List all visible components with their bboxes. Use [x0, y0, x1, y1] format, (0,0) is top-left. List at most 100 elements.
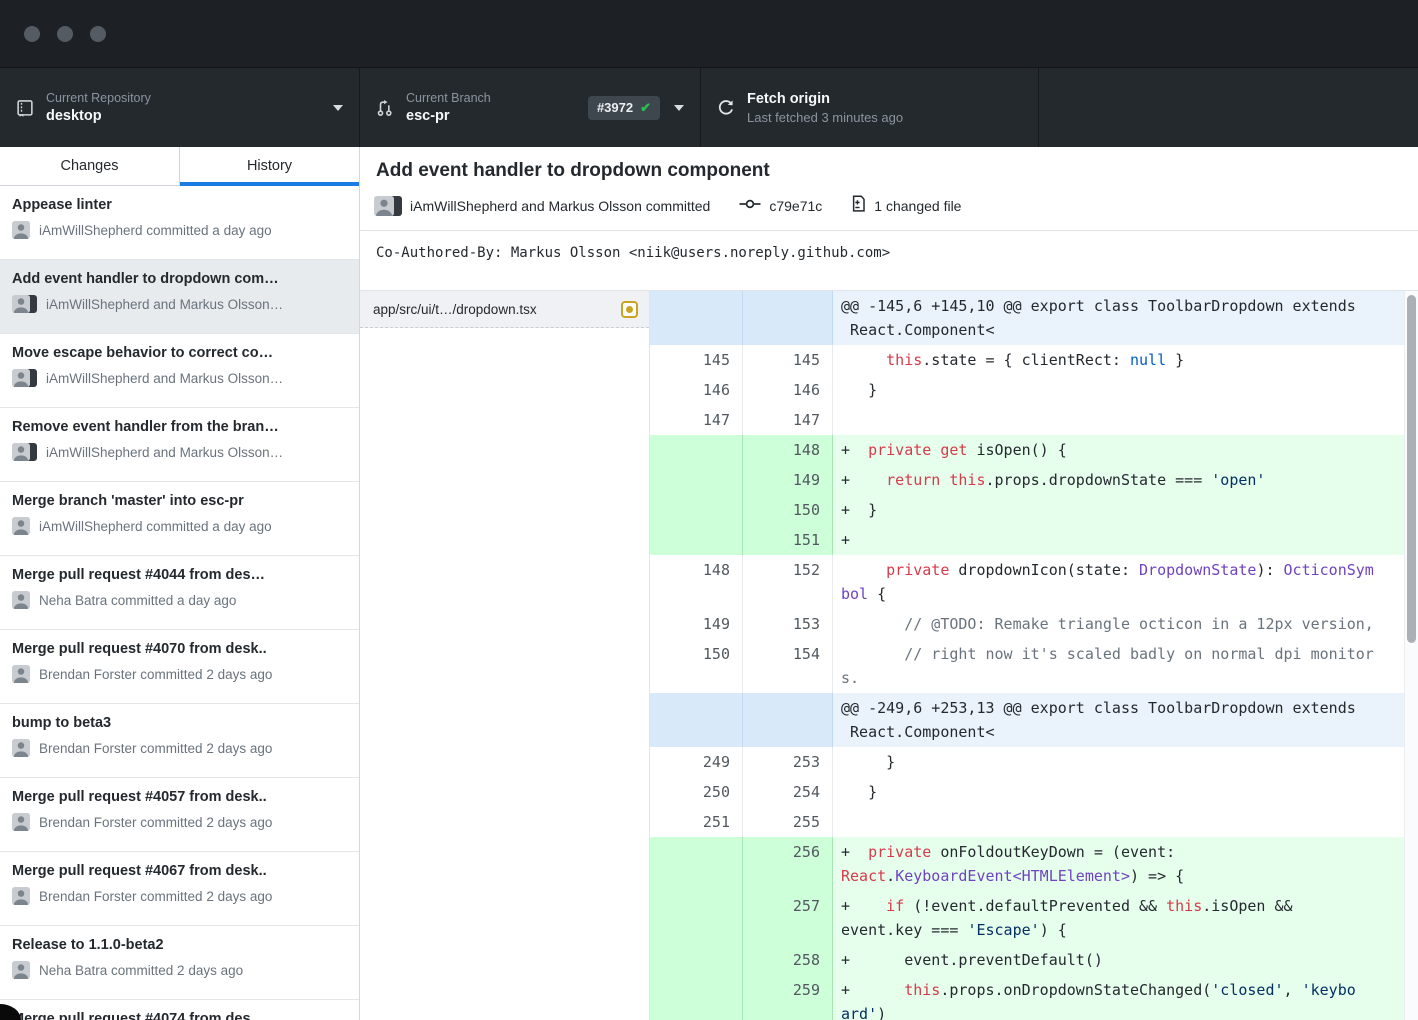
fetch-title: Fetch origin — [747, 91, 903, 107]
tab-history[interactable]: History — [179, 147, 359, 185]
diff-row: 258+ event.preventDefault() — [650, 945, 1418, 975]
old-line-number: 150 — [650, 639, 743, 693]
old-line-number — [650, 435, 743, 465]
avatar — [12, 369, 37, 387]
new-line-number: 147 — [743, 405, 833, 435]
diff-row: 259+ this.props.onDropdownStateChanged('… — [650, 975, 1418, 1020]
commit-item-title: Merge pull request #4044 from des… — [12, 567, 347, 583]
fetch-subtitle: Last fetched 3 minutes ago — [747, 110, 903, 125]
commit-item-title: Release to 1.1.0-beta2 — [12, 937, 347, 953]
commit-item-byline-text: Neha Batra committed 2 days ago — [39, 963, 243, 978]
commit-description: Co-Authored-By: Markus Olsson <niik@user… — [360, 231, 1418, 261]
diff-line-content: @@ -249,6 +253,13 @@ export class Toolba… — [833, 693, 1418, 747]
diff-line-content: this.state = { clientRect: null } — [833, 345, 1418, 375]
diff-row: 145145 this.state = { clientRect: null } — [650, 345, 1418, 375]
old-line-number: 251 — [650, 807, 743, 837]
sidebar-tabs: ChangesHistory — [0, 147, 359, 186]
avatar — [374, 196, 394, 216]
diff-hunk-header: @@ -145,6 +145,10 @@ export class Toolba… — [650, 291, 1418, 345]
commit-title: Add event handler to dropdown component — [376, 160, 1402, 182]
new-line-number: 258 — [743, 945, 833, 975]
diff-row: 148152 private dropdownIcon(state: Dropd… — [650, 555, 1418, 609]
old-line-number — [650, 891, 743, 945]
commit-list-item[interactable]: Appease linter iAmWillShepherd committed … — [0, 186, 359, 260]
commit-item-title: Appease linter — [12, 197, 347, 213]
diff-line-content: private dropdownIcon(state: DropdownStat… — [833, 555, 1418, 609]
commit-item-byline-text: Brendan Forster committed 2 days ago — [39, 741, 272, 756]
chevron-down-icon — [674, 105, 684, 111]
commit-item-byline: Neha Batra committed 2 days ago — [12, 961, 347, 979]
commit-list-item[interactable]: Release to 1.1.0-beta2 Neha Batra committ… — [0, 926, 359, 1000]
diff-area: app/src/ui/t…/dropdown.tsx @@ -145,6 +14… — [360, 290, 1418, 1020]
commit-list-item[interactable]: bump to beta3 Brendan Forster committed 2… — [0, 704, 359, 778]
diff-line-content: } — [833, 375, 1418, 405]
old-line-number: 249 — [650, 747, 743, 777]
commit-item-byline-text: iAmWillShepherd committed a day ago — [39, 223, 272, 238]
old-line-number — [650, 291, 743, 345]
check-icon: ✔ — [640, 100, 651, 116]
commit-history-list: Appease linter iAmWillShepherd committed … — [0, 186, 359, 1020]
commit-detail-panel: Add event handler to dropdown component … — [360, 147, 1418, 1020]
old-line-number — [650, 837, 743, 891]
branch-selector[interactable]: Current Branch esc-pr #3972 ✔ — [360, 68, 701, 147]
commit-list-item[interactable]: Remove event handler from the bran…iAmWi… — [0, 408, 359, 482]
scrollbar-thumb[interactable] — [1407, 295, 1416, 643]
commit-list-item[interactable]: Move escape behavior to correct co…iAmWi… — [0, 334, 359, 408]
repository-selector[interactable]: Current Repository desktop — [0, 68, 360, 147]
new-line-number: 151 — [743, 525, 833, 555]
commit-list-item[interactable]: Add event handler to dropdown com…iAmWil… — [0, 260, 359, 334]
close-button[interactable] — [24, 26, 40, 42]
commit-item-byline: Neha Batra committed a day ago — [12, 591, 347, 609]
tab-changes[interactable]: Changes — [0, 147, 179, 185]
minimize-button[interactable] — [57, 26, 73, 42]
commit-list-item[interactable]: Merge pull request #4057 from desk.. Bren… — [0, 778, 359, 852]
new-line-number: 255 — [743, 807, 833, 837]
commit-list-item[interactable]: Merge branch 'master' into esc-priAmWill… — [0, 482, 359, 556]
new-line-number: 256 — [743, 837, 833, 891]
diff-view: @@ -145,6 +145,10 @@ export class Toolba… — [650, 291, 1418, 1020]
commit-list-item[interactable]: Merge pull request #4074 from des… — [0, 1000, 359, 1020]
commit-byline: iAmWillShepherd and Markus Olsson commit… — [374, 195, 1402, 216]
new-line-number: 259 — [743, 975, 833, 1020]
pr-status-badge: #3972 ✔ — [588, 96, 660, 120]
commit-item-byline-text: iAmWillShepherd and Markus Olsson… — [46, 297, 283, 312]
avatar — [12, 591, 30, 609]
diff-row: 150+ } — [650, 495, 1418, 525]
new-line-number: 148 — [743, 435, 833, 465]
old-line-number — [650, 465, 743, 495]
diff-line-content: + this.props.onDropdownStateChanged('clo… — [833, 975, 1418, 1020]
changed-file-row[interactable]: app/src/ui/t…/dropdown.tsx — [360, 291, 649, 328]
commit-list-item[interactable]: Merge pull request #4067 from desk..Bren… — [0, 852, 359, 926]
old-line-number: 149 — [650, 609, 743, 639]
branch-label: Current Branch — [406, 91, 491, 105]
old-line-number: 147 — [650, 405, 743, 435]
old-line-number — [650, 945, 743, 975]
new-line-number — [743, 693, 833, 747]
scrollbar-track[interactable] — [1404, 291, 1418, 1020]
commit-item-byline-text: Brendan Forster committed 2 days ago — [39, 667, 272, 682]
commit-sha: c79e71c — [769, 198, 822, 214]
commit-list-item[interactable]: Merge pull request #4070 from desk.. Bren… — [0, 630, 359, 704]
changed-files-count: 1 changed file — [874, 198, 961, 214]
diff-line-content: @@ -145,6 +145,10 @@ export class Toolba… — [833, 291, 1418, 345]
committer-avatars — [374, 196, 401, 216]
commit-item-title: bump to beta3 — [12, 715, 347, 731]
commit-item-byline: iAmWillShepherd and Markus Olsson… — [12, 443, 347, 461]
new-line-number: 149 — [743, 465, 833, 495]
commit-list-item[interactable]: Merge pull request #4044 from des… Neha B… — [0, 556, 359, 630]
commit-item-title: Merge pull request #4057 from desk.. — [12, 789, 347, 805]
fetch-origin-button[interactable]: Fetch origin Last fetched 3 minutes ago — [701, 68, 1039, 147]
diff-rows: @@ -145,6 +145,10 @@ export class Toolba… — [650, 291, 1418, 1020]
diff-hunk-header: @@ -249,6 +253,13 @@ export class Toolba… — [650, 693, 1418, 747]
old-line-number — [650, 975, 743, 1020]
diff-row: 150154 // right now it's scaled badly on… — [650, 639, 1418, 693]
avatar — [12, 443, 37, 461]
old-line-number — [650, 495, 743, 525]
commit-item-byline: Brendan Forster committed 2 days ago — [12, 813, 347, 831]
new-line-number — [743, 291, 833, 345]
zoom-button[interactable] — [90, 26, 106, 42]
commit-item-title: Merge pull request #4070 from desk.. — [12, 641, 347, 657]
diff-row: 250254 } — [650, 777, 1418, 807]
commit-item-byline: iAmWillShepherd and Markus Olsson… — [12, 295, 347, 313]
sync-icon — [717, 99, 735, 117]
